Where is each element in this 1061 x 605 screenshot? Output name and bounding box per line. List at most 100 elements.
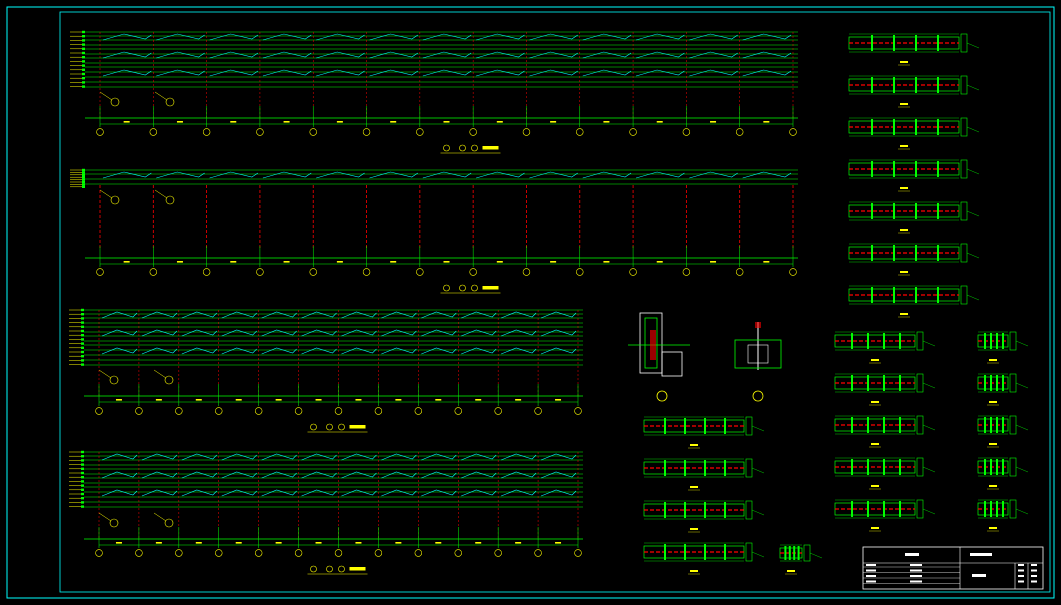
level-marker bbox=[82, 39, 85, 42]
titleblock-drawing-title bbox=[972, 574, 986, 577]
beam-label bbox=[690, 570, 698, 572]
stiffener bbox=[871, 161, 873, 177]
titleblock-text bbox=[866, 575, 876, 577]
dimension-text bbox=[176, 261, 183, 263]
beam-label bbox=[900, 229, 908, 231]
level-marker bbox=[82, 77, 85, 80]
stiffener bbox=[937, 35, 939, 51]
stiffener bbox=[1002, 333, 1004, 349]
level-marker bbox=[81, 346, 84, 349]
stiffener bbox=[664, 502, 666, 518]
stiffener bbox=[915, 161, 917, 177]
dimension-text bbox=[603, 121, 610, 123]
dimension-text bbox=[496, 121, 503, 123]
level-marker bbox=[82, 185, 85, 188]
beam-label bbox=[989, 485, 997, 487]
level-marker bbox=[81, 501, 84, 504]
stiffener bbox=[893, 287, 895, 303]
dimension-text bbox=[555, 399, 562, 401]
stiffener bbox=[684, 502, 686, 518]
dimension-text bbox=[195, 399, 202, 401]
level-marker bbox=[82, 47, 85, 50]
level-marker bbox=[81, 497, 84, 500]
beam-label bbox=[900, 61, 908, 63]
stiffener bbox=[893, 203, 895, 219]
beam-label bbox=[871, 401, 879, 403]
level-marker bbox=[82, 171, 85, 174]
stiffener bbox=[851, 459, 853, 475]
dimension-text bbox=[496, 261, 503, 263]
dimension-text bbox=[710, 121, 717, 123]
stiffener bbox=[996, 459, 998, 475]
stiffener bbox=[937, 119, 939, 135]
level-marker bbox=[81, 325, 84, 328]
stiffener bbox=[915, 119, 917, 135]
level-marker bbox=[82, 43, 85, 46]
beam-label bbox=[989, 359, 997, 361]
stiffener bbox=[704, 544, 706, 560]
titleblock-text bbox=[1018, 564, 1024, 566]
dimension-text bbox=[115, 542, 122, 544]
stiffener bbox=[867, 459, 869, 475]
beam-label bbox=[900, 145, 908, 147]
level-marker bbox=[82, 173, 85, 176]
beam-label bbox=[871, 443, 879, 445]
stiffener bbox=[899, 333, 901, 349]
level-marker bbox=[81, 450, 84, 454]
dimension-text bbox=[115, 399, 122, 401]
stiffener bbox=[851, 375, 853, 391]
stiffener bbox=[851, 333, 853, 349]
stiffener bbox=[704, 460, 706, 476]
dimension-text bbox=[235, 399, 242, 401]
dimension-text bbox=[395, 542, 402, 544]
level-marker bbox=[81, 467, 84, 470]
dimension-text bbox=[656, 121, 663, 123]
stiffener bbox=[937, 245, 939, 261]
stiffener bbox=[724, 460, 726, 476]
beam-label bbox=[900, 187, 908, 189]
level-marker bbox=[81, 488, 84, 491]
dimension-text bbox=[155, 542, 162, 544]
stiffener bbox=[937, 77, 939, 93]
level-marker bbox=[81, 471, 84, 475]
stiffener bbox=[724, 544, 726, 560]
titleblock-text bbox=[910, 575, 922, 577]
stiffener bbox=[893, 119, 895, 135]
titleblock-text bbox=[1031, 564, 1037, 566]
stiffener bbox=[784, 546, 787, 560]
dimension-text bbox=[443, 121, 450, 123]
stiffener bbox=[871, 77, 873, 93]
level-marker bbox=[81, 355, 84, 358]
level-marker bbox=[81, 329, 84, 333]
stiffener bbox=[704, 418, 706, 434]
titleblock-text bbox=[910, 564, 922, 566]
dimension-text bbox=[315, 399, 322, 401]
level-marker bbox=[81, 476, 84, 479]
stiffener bbox=[871, 119, 873, 135]
stiffener bbox=[996, 417, 998, 433]
stiffener bbox=[990, 459, 992, 475]
dimension-text bbox=[603, 261, 610, 263]
level-marker bbox=[81, 338, 84, 341]
stiffener bbox=[937, 287, 939, 303]
beam-label bbox=[871, 359, 879, 361]
level-marker bbox=[82, 51, 85, 55]
stiffener bbox=[893, 35, 895, 51]
stiffener bbox=[704, 502, 706, 518]
stiffener bbox=[664, 418, 666, 434]
stiffener bbox=[899, 375, 901, 391]
beam-label bbox=[690, 444, 698, 446]
beam-label bbox=[989, 443, 997, 445]
dimension-text bbox=[475, 542, 482, 544]
level-marker bbox=[81, 334, 84, 337]
dimension-text bbox=[443, 261, 450, 263]
level-marker bbox=[81, 321, 84, 324]
stiffener bbox=[867, 417, 869, 433]
stiffener bbox=[871, 203, 873, 219]
dimension-text bbox=[515, 542, 522, 544]
stiffener bbox=[893, 161, 895, 177]
stiffener bbox=[883, 459, 885, 475]
dimension-text bbox=[315, 542, 322, 544]
level-marker bbox=[81, 350, 84, 354]
stiffener bbox=[990, 501, 992, 517]
